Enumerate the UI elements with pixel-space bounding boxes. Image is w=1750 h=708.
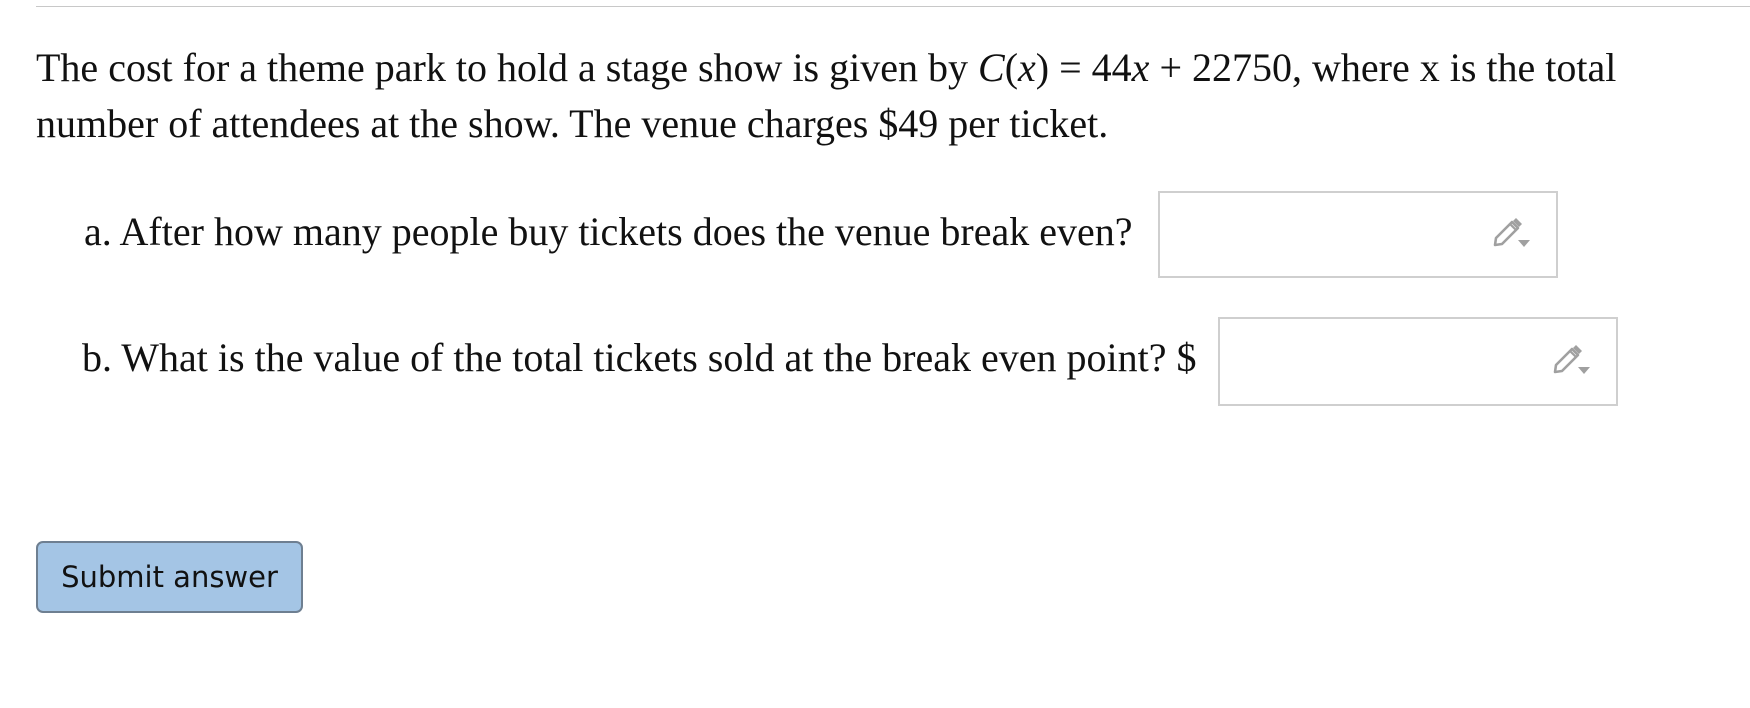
top-divider [36, 6, 1750, 7]
part-a-question: a. After how many people buy tickets doe… [84, 209, 1133, 254]
formula-equals: ) = 44 [1035, 45, 1132, 90]
where-variable: x [1419, 45, 1440, 90]
formula-constant: + 22750 [1149, 45, 1292, 90]
part-b-question: b. What is the value of the total ticket… [82, 335, 1197, 380]
problem-after-formula: , where [1292, 45, 1420, 90]
paren-open: ( [1004, 45, 1019, 90]
function-variable: x [1018, 45, 1036, 90]
coefficient-variable: x [1131, 45, 1150, 90]
function-name: C [978, 45, 1005, 90]
submit-answer-button[interactable]: Submit answer [36, 541, 303, 613]
pencil-dropdown-icon[interactable] [1552, 343, 1592, 379]
problem-intro: The cost for a theme park to hold a stag… [36, 45, 978, 90]
cost-formula: C(x) = 44x + 22750 [978, 45, 1292, 90]
pencil-dropdown-icon[interactable] [1492, 216, 1532, 252]
problem-statement: The cost for a theme park to hold a stag… [36, 40, 1696, 152]
